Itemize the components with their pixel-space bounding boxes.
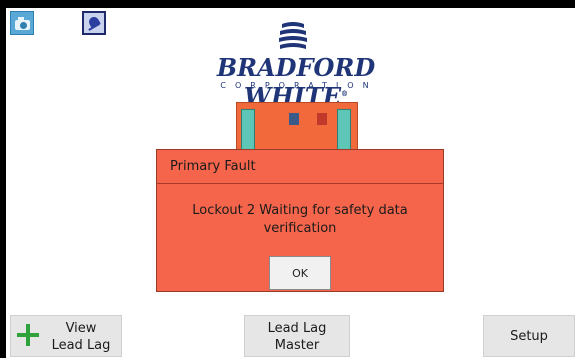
lead-lag-master-line1: Lead Lag: [267, 321, 327, 336]
setup-label: Setup: [510, 329, 548, 344]
view-lead-lag-line1: View: [65, 321, 97, 336]
setup-button[interactable]: Setup: [483, 315, 575, 357]
lead-lag-master-line2: Master: [274, 338, 320, 353]
dialog-divider: [157, 183, 443, 184]
logo-subtitle: CORPORATION: [220, 81, 378, 90]
controller-screen: BRADFORD WHITE® CORPORATION Primary Faul…: [6, 8, 575, 358]
view-lead-lag-button[interactable]: View Lead Lag: [10, 315, 122, 357]
control-board-image: [236, 102, 358, 152]
logo-mark-icon: [279, 22, 307, 49]
view-lead-lag-line2: Lead Lag: [51, 338, 111, 353]
ok-button[interactable]: OK: [269, 256, 331, 290]
alarm-button[interactable]: [82, 11, 106, 35]
bradford-white-logo: BRADFORD WHITE® CORPORATION: [186, 20, 406, 111]
camera-button[interactable]: [10, 11, 34, 35]
plus-icon: [17, 324, 39, 346]
fault-dialog: Primary Fault Lockout 2 Waiting for safe…: [156, 149, 444, 292]
fault-message: Lockout 2 Waiting for safety data verifi…: [192, 203, 408, 236]
dialog-title: Primary Fault: [170, 159, 256, 174]
lead-lag-master-button[interactable]: Lead Lag Master: [244, 315, 350, 357]
bottom-button-bar: View Lead Lag Lead Lag Master Setup: [6, 312, 575, 358]
